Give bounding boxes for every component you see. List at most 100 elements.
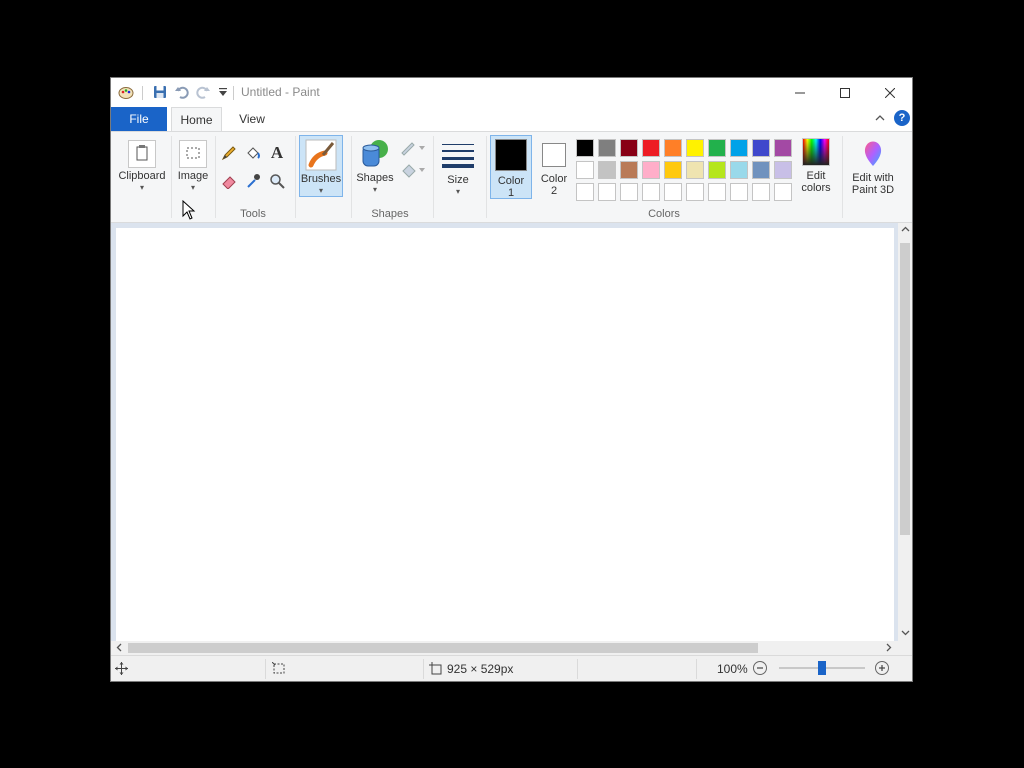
palette-swatch[interactable]: [752, 139, 770, 157]
zoom-out-button[interactable]: [753, 661, 767, 675]
tab-home[interactable]: Home: [171, 107, 222, 131]
zoom-level-text: 100%: [717, 662, 748, 676]
zoom-slider[interactable]: [779, 661, 865, 675]
color1-label: Color: [497, 175, 525, 187]
group-separator: [486, 136, 487, 218]
color2-button[interactable]: Color 2: [534, 135, 574, 199]
pencil-icon[interactable]: [220, 144, 238, 162]
palette-swatch[interactable]: [774, 183, 792, 201]
drawing-canvas[interactable]: [116, 228, 894, 641]
cursor-position-icon: [115, 662, 128, 678]
palette-swatch[interactable]: [576, 183, 594, 201]
qa-separator: [233, 86, 234, 100]
status-divider: [423, 659, 424, 679]
canvas-size-icon: [429, 662, 442, 678]
palette-swatch[interactable]: [752, 183, 770, 201]
vertical-scroll-thumb[interactable]: [900, 243, 910, 535]
palette-swatch[interactable]: [774, 161, 792, 179]
palette-swatch[interactable]: [686, 139, 704, 157]
edit-colors-button[interactable]: Edit colors: [796, 136, 836, 198]
group-separator: [351, 136, 352, 218]
fill-bucket-icon[interactable]: [244, 144, 262, 162]
tab-file[interactable]: File: [111, 107, 167, 131]
save-icon[interactable]: [152, 84, 168, 100]
palette-swatch[interactable]: [598, 139, 616, 157]
palette-swatch[interactable]: [598, 183, 616, 201]
eraser-icon[interactable]: [220, 172, 238, 190]
palette-swatch[interactable]: [730, 161, 748, 179]
magnifier-icon[interactable]: [268, 172, 286, 190]
image-label: Image: [177, 170, 209, 182]
customize-dropdown-icon[interactable]: [215, 84, 231, 100]
close-button[interactable]: [867, 78, 912, 107]
status-divider: [265, 659, 266, 679]
palette-swatch[interactable]: [664, 183, 682, 201]
canvas-size-text: 925 × 529px: [447, 662, 514, 676]
color2-swatch: [542, 143, 566, 167]
palette-swatch[interactable]: [642, 161, 660, 179]
brush-icon: [305, 139, 337, 171]
palette-swatch[interactable]: [642, 139, 660, 157]
scroll-up-icon[interactable]: [901, 225, 910, 237]
tools-group-label: Tools: [240, 208, 266, 220]
palette-swatch[interactable]: [620, 183, 638, 201]
scroll-left-icon[interactable]: [115, 643, 124, 655]
outline-icon[interactable]: [400, 140, 426, 159]
paint3d-icon: [858, 138, 888, 168]
scroll-down-icon[interactable]: [901, 628, 910, 640]
palette-swatch[interactable]: [620, 139, 638, 157]
group-separator: [215, 136, 216, 218]
size-button[interactable]: Size ▾: [438, 136, 478, 198]
shapes-button[interactable]: Shapes ▾: [355, 136, 395, 198]
palette-swatch[interactable]: [642, 183, 660, 201]
help-icon[interactable]: ?: [894, 110, 910, 126]
fill-icon[interactable]: [400, 162, 426, 181]
palette-swatch[interactable]: [686, 161, 704, 179]
palette-swatch[interactable]: [730, 139, 748, 157]
zoom-in-button[interactable]: [875, 661, 889, 675]
palette-swatch[interactable]: [752, 161, 770, 179]
window-title: Untitled - Paint: [241, 85, 320, 99]
minimize-button[interactable]: [777, 78, 823, 107]
horizontal-scrollbar[interactable]: [111, 641, 898, 655]
undo-icon[interactable]: [174, 84, 190, 100]
paint3d-label-2: Paint 3D: [851, 184, 895, 196]
group-separator: [171, 136, 172, 218]
brushes-label: Brushes: [300, 173, 342, 185]
collapse-ribbon-icon[interactable]: [875, 112, 885, 126]
palette-swatch[interactable]: [686, 183, 704, 201]
palette-swatch[interactable]: [708, 161, 726, 179]
tab-view[interactable]: View: [228, 107, 276, 131]
shapes-group-label: Shapes: [371, 208, 409, 220]
palette-swatch[interactable]: [576, 161, 594, 179]
color1-button[interactable]: Color 1: [490, 135, 532, 199]
brushes-button[interactable]: Brushes ▾: [299, 135, 343, 197]
vertical-scrollbar[interactable]: [898, 223, 912, 641]
color-picker-icon[interactable]: [244, 172, 262, 190]
redo-icon[interactable]: [195, 84, 211, 100]
scroll-right-icon[interactable]: [884, 643, 893, 655]
clipboard-button[interactable]: Clipboard ▾: [115, 136, 169, 196]
selection-size-icon: [271, 661, 286, 678]
palette-swatch[interactable]: [576, 139, 594, 157]
shapes-icon: [359, 138, 391, 170]
text-icon[interactable]: A: [268, 143, 286, 162]
palette-swatch[interactable]: [730, 183, 748, 201]
scroll-corner: [898, 641, 912, 655]
palette-swatch[interactable]: [598, 161, 616, 179]
palette-swatch[interactable]: [664, 139, 682, 157]
horizontal-scroll-thumb[interactable]: [128, 643, 758, 653]
palette-swatch[interactable]: [620, 161, 638, 179]
qa-separator: [142, 86, 143, 100]
palette-swatch[interactable]: [664, 161, 682, 179]
edit-with-paint3d-button[interactable]: Edit with Paint 3D: [845, 136, 901, 198]
zoom-slider-thumb[interactable]: [818, 661, 826, 675]
palette-swatch[interactable]: [774, 139, 792, 157]
palette-swatch[interactable]: [708, 183, 726, 201]
maximize-button[interactable]: [822, 78, 868, 107]
palette-swatch[interactable]: [708, 139, 726, 157]
image-button[interactable]: Image ▾: [173, 136, 213, 196]
chevron-down-icon: ▾: [455, 187, 460, 196]
paint-app-icon[interactable]: [118, 84, 134, 100]
status-bar: 925 × 529px 100%: [111, 655, 912, 681]
